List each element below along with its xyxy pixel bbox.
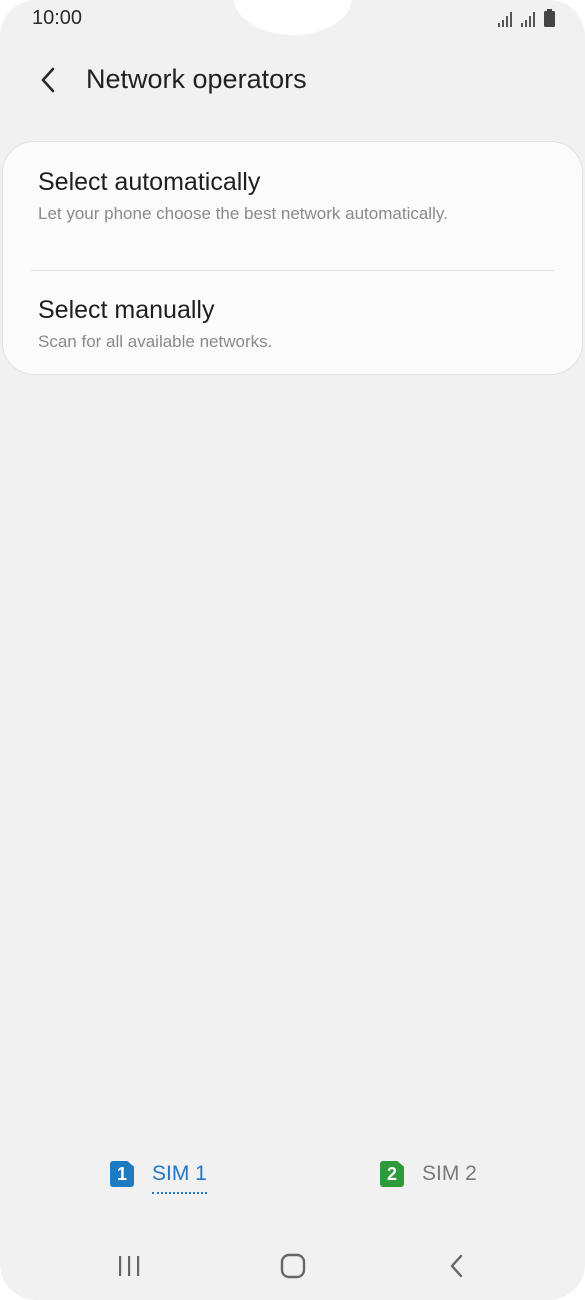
sim-2-icon: 2	[380, 1161, 404, 1187]
sim-tab-label: SIM 2	[422, 1162, 477, 1186]
sim-tab-bar: 1 SIM 1 2 SIM 2	[0, 1152, 585, 1202]
tab-sim-2[interactable]: 2 SIM 2	[380, 1152, 477, 1196]
sim-tab-label-text: SIM 2	[422, 1162, 477, 1185]
sim-1-icon: 1	[110, 1161, 134, 1187]
status-bar: 10:00	[0, 0, 585, 38]
option-title: Select automatically	[38, 168, 261, 196]
recent-apps-button[interactable]	[105, 1246, 153, 1286]
page-title: Network operators	[86, 64, 307, 94]
option-title: Select manually	[38, 296, 215, 324]
recent-apps-icon	[119, 1256, 140, 1276]
option-subtitle: Let your phone choose the best network a…	[38, 204, 448, 223]
option-subtitle: Scan for all available networks.	[38, 332, 273, 351]
sim-tab-label-text: SIM 1	[152, 1162, 207, 1185]
divider	[31, 270, 554, 271]
selected-tab-indicator	[152, 1192, 207, 1194]
nav-back-button[interactable]	[433, 1246, 481, 1286]
system-nav-bar	[0, 1232, 585, 1296]
select-automatically-option[interactable]: Select automatically Let your phone choo…	[3, 166, 582, 270]
home-icon	[280, 1253, 306, 1279]
back-icon	[450, 1254, 463, 1278]
back-button[interactable]	[26, 60, 70, 100]
signal-sim1-icon	[498, 12, 512, 27]
tab-sim-1[interactable]: 1 SIM 1	[110, 1152, 207, 1196]
select-manually-option[interactable]: Select manually Scan for all available n…	[3, 294, 582, 374]
options-card: Select automatically Let your phone choo…	[2, 141, 583, 375]
signal-sim2-icon	[521, 12, 535, 27]
phone-screen: 10:00 Network operators Select automatic…	[0, 0, 585, 1300]
status-icons	[498, 9, 555, 27]
battery-icon	[544, 9, 555, 27]
chevron-left-icon	[41, 67, 55, 93]
app-header: Network operators	[0, 48, 585, 112]
home-button[interactable]	[269, 1246, 317, 1286]
sim-tab-label: SIM 1	[152, 1162, 207, 1194]
status-time: 10:00	[32, 7, 83, 29]
